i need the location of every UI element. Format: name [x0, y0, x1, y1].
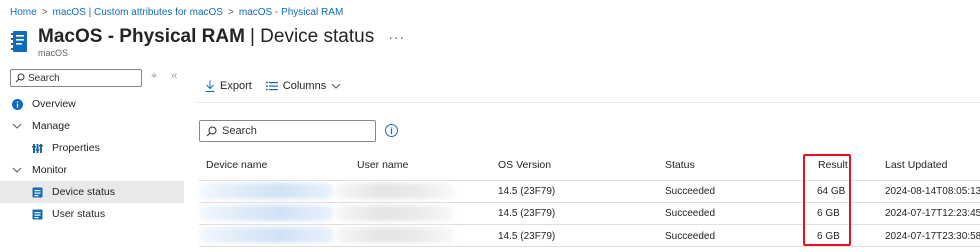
result-cell: 6 GB — [817, 231, 840, 242]
column-header-result[interactable]: Result — [818, 159, 848, 171]
status-cell: Succeeded — [665, 208, 716, 219]
chevron-down-icon — [11, 120, 23, 132]
last-updated-cell: 2024-08-14T08:05:13Z — [885, 186, 980, 197]
user-name-redacted — [335, 183, 455, 199]
last-updated-cell: 2024-07-17T12:23:45Z — [885, 208, 980, 219]
script-document-icon — [11, 31, 27, 52]
device-status-icon — [31, 186, 43, 198]
columns-label: Columns — [282, 80, 327, 92]
chevron-down-icon — [331, 83, 341, 89]
download-icon — [205, 80, 215, 92]
toolbar-divider — [195, 102, 980, 103]
page-header: MacOS - Physical RAM | Device status ···… — [10, 27, 405, 58]
search-icon — [15, 73, 25, 83]
chevron-down-icon — [11, 164, 23, 176]
breadcrumb: Home > macOS | Custom attributes for mac… — [10, 7, 343, 18]
more-options-button[interactable]: ··· — [388, 30, 405, 44]
sidebar-item-properties[interactable]: Properties — [0, 137, 184, 159]
sidebar-item-user-status[interactable]: User status — [0, 203, 184, 225]
os-version-cell: 14.5 (23F79) — [498, 186, 556, 197]
sidebar-group-manage[interactable]: Manage — [0, 115, 184, 137]
properties-icon — [31, 142, 43, 154]
columns-icon — [265, 82, 278, 91]
sidebar-search-placeholder: Search — [28, 72, 60, 84]
result-cell: 6 GB — [817, 208, 840, 219]
info-icon[interactable]: i — [385, 124, 398, 137]
sidebar-pin-icon[interactable]: ⌖ — [151, 70, 157, 83]
page-title-section: | Device status — [249, 26, 375, 47]
sidebar-nav: Overview Manage Properties Monitor Devic… — [0, 93, 184, 225]
command-bar: Export Columns — [205, 80, 341, 92]
sidebar-group-monitor[interactable]: Monitor — [0, 159, 184, 181]
row-divider — [199, 224, 980, 225]
export-button[interactable]: Export — [205, 80, 252, 92]
export-label: Export — [220, 80, 252, 92]
breadcrumb-separator: > — [227, 7, 234, 18]
os-version-cell: 14.5 (23F79) — [498, 231, 556, 242]
sidebar-item-label: Properties — [52, 142, 100, 154]
info-icon — [11, 98, 23, 110]
column-header-status[interactable]: Status — [665, 159, 695, 171]
breadcrumb-home[interactable]: Home — [10, 7, 37, 18]
breadcrumb-separator: > — [41, 7, 48, 18]
device-search-input[interactable]: Search — [199, 120, 376, 142]
device-name-redacted — [199, 227, 334, 243]
column-header-os-version[interactable]: OS Version — [498, 159, 551, 171]
table-header-divider — [199, 180, 980, 181]
row-divider — [199, 202, 980, 203]
sidebar-item-label: Device status — [52, 186, 116, 198]
column-header-user-name[interactable]: User name — [357, 159, 408, 171]
user-name-redacted — [335, 227, 455, 243]
device-search-placeholder: Search — [222, 125, 257, 137]
page-title-name: MacOS - Physical RAM — [38, 26, 245, 47]
status-cell: Succeeded — [665, 231, 716, 242]
user-status-icon — [31, 208, 43, 220]
columns-button[interactable]: Columns — [265, 80, 341, 92]
device-name-redacted — [199, 183, 334, 199]
user-name-redacted — [335, 205, 455, 221]
column-header-device-name[interactable]: Device name — [206, 159, 267, 171]
sidebar-item-label: Manage — [32, 120, 70, 132]
sidebar-item-label: User status — [52, 208, 106, 220]
sidebar-item-label: Overview — [32, 98, 76, 110]
sidebar-tools: ⌖ « — [151, 70, 177, 83]
result-cell: 64 GB — [817, 186, 846, 197]
device-name-redacted — [199, 205, 334, 221]
os-version-cell: 14.5 (23F79) — [498, 208, 556, 219]
column-header-last-updated[interactable]: Last Updated — [885, 159, 947, 171]
search-icon — [206, 126, 217, 136]
sidebar-item-overview[interactable]: Overview — [0, 93, 184, 115]
breadcrumb-custom-attributes[interactable]: macOS | Custom attributes for macOS — [53, 7, 223, 18]
last-updated-cell: 2024-07-17T23:30:58Z — [885, 231, 980, 242]
breadcrumb-physical-ram[interactable]: macOS - Physical RAM — [239, 7, 343, 18]
page-title: MacOS - Physical RAM | Device status ··· — [38, 27, 405, 46]
row-divider — [199, 246, 980, 247]
sidebar-item-label: Monitor — [32, 164, 68, 176]
page-subtitle: macOS — [38, 48, 69, 58]
collapse-sidebar-icon[interactable]: « — [171, 70, 177, 83]
sidebar-item-device-status[interactable]: Device status — [0, 181, 184, 203]
status-cell: Succeeded — [665, 186, 716, 197]
sidebar-search-input[interactable]: Search — [10, 69, 142, 87]
